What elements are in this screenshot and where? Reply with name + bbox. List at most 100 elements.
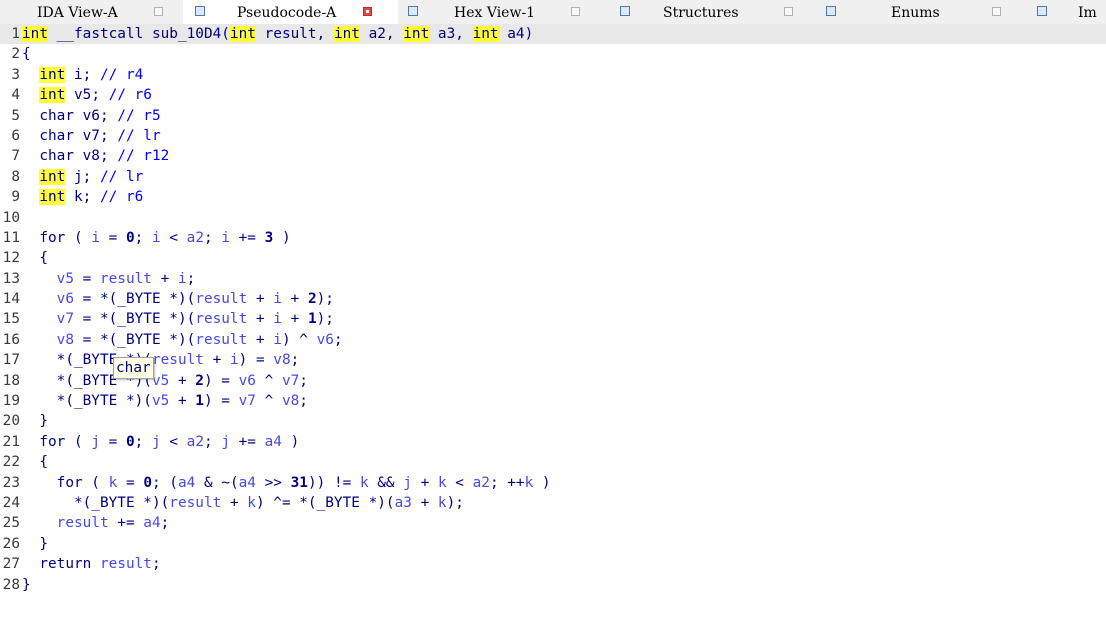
code-line[interactable]: 18 *(_BYTE *)(v5 + 2) = v6 ^ v7; bbox=[0, 371, 1106, 391]
code-token: // r5 bbox=[117, 107, 161, 124]
code-token: // r12 bbox=[117, 148, 170, 165]
tab-label: Hex View-1 bbox=[454, 5, 536, 21]
code-line[interactable]: 16 v8 = *(_BYTE *)(result + i) ^ v6; bbox=[0, 330, 1106, 350]
tab-close-red-icon[interactable] bbox=[363, 7, 372, 16]
imports-icon bbox=[1037, 6, 1047, 16]
code-text: int __fastcall sub_10D4(int result, int … bbox=[22, 24, 533, 44]
code-line[interactable]: 26 } bbox=[0, 534, 1106, 554]
code-line[interactable]: 15 v7 = *(_BYTE *)(result + i + 1); bbox=[0, 309, 1106, 329]
code-token: __fastcall sub_10D4( bbox=[48, 26, 230, 42]
code-token: { bbox=[22, 454, 48, 471]
code-token: ); bbox=[446, 494, 464, 511]
code-text: return result; bbox=[22, 554, 160, 574]
code-line[interactable]: 1 int __fastcall sub_10D4(int result, int… bbox=[0, 24, 1106, 45]
code-line[interactable]: 5 char v6; // r5 bbox=[0, 106, 1106, 126]
code-line[interactable]: 6 char v7; // lr bbox=[0, 126, 1106, 146]
code-token: i bbox=[273, 331, 282, 348]
code-token: int bbox=[472, 26, 499, 42]
pseudocode-view[interactable]: 1 int __fastcall sub_10D4(int result, int… bbox=[0, 24, 1106, 595]
code-token: 2 bbox=[307, 291, 317, 308]
code-line[interactable]: 11 for ( i = 0; i < a2; i += 3 ) bbox=[0, 228, 1106, 248]
code-text: v6 = *(_BYTE *)(result + i + 2); bbox=[22, 289, 334, 309]
tab-pseudocode-a[interactable]: Pseudocode-A bbox=[183, 0, 398, 24]
code-token: char v8; bbox=[22, 148, 118, 165]
code-line[interactable]: 28} bbox=[0, 575, 1106, 595]
code-token: ; bbox=[134, 433, 152, 450]
code-line[interactable]: 12 { bbox=[0, 248, 1106, 268]
tab-structures[interactable]: Structures bbox=[608, 0, 820, 24]
code-line[interactable]: 22 { bbox=[0, 452, 1106, 472]
code-token: += bbox=[229, 229, 265, 246]
code-line[interactable]: 3 int i; // r4 bbox=[0, 65, 1106, 85]
code-token: = bbox=[99, 229, 126, 246]
code-text: v5 = result + i; bbox=[22, 269, 196, 289]
code-token: ; bbox=[290, 352, 300, 369]
line-number: 13 bbox=[2, 270, 20, 287]
tab-enums[interactable]: Enums bbox=[820, 0, 1032, 24]
code-text: { bbox=[22, 248, 48, 268]
tab-hex-view-1[interactable]: Hex View-1 bbox=[398, 0, 608, 24]
code-text: char v7; // lr bbox=[22, 126, 160, 146]
code-line[interactable]: 17 *(_BYTE *)(result + i) = v8; bbox=[0, 350, 1106, 370]
code-token: for ( bbox=[22, 229, 92, 246]
code-token: j; bbox=[65, 168, 100, 185]
code-token: a4 bbox=[177, 474, 196, 491]
line-number: 7 bbox=[11, 148, 20, 165]
code-token: a4 bbox=[143, 515, 161, 532]
code-line[interactable]: 10 bbox=[0, 208, 1106, 228]
code-token: int bbox=[229, 26, 256, 42]
code-line[interactable]: 8 int j; // lr bbox=[0, 167, 1106, 187]
code-line[interactable]: 14 v6 = *(_BYTE *)(result + i + 2); bbox=[0, 289, 1106, 309]
code-token: >> bbox=[255, 474, 291, 491]
code-line[interactable]: 2{ bbox=[0, 44, 1106, 64]
code-token: return bbox=[22, 556, 100, 573]
code-line[interactable]: 4 int v5; // r6 bbox=[0, 85, 1106, 105]
code-token: for ( bbox=[22, 433, 92, 450]
code-token: a3, bbox=[429, 26, 473, 42]
code-token: result bbox=[99, 556, 152, 573]
code-token: k bbox=[524, 474, 534, 491]
code-line[interactable]: 21 for ( j = 0; j < a2; j += a4 ) bbox=[0, 432, 1106, 452]
tab-close-icon[interactable] bbox=[992, 7, 1001, 16]
code-token: + bbox=[411, 474, 438, 491]
tab-imports[interactable]: Im bbox=[1032, 0, 1106, 24]
line-number: 5 bbox=[11, 107, 20, 124]
code-token: result, bbox=[255, 26, 334, 42]
code-line[interactable]: 23 for ( k = 0; (a4 & ~(a4 >> 31)) != k … bbox=[0, 473, 1106, 493]
code-token: result bbox=[56, 515, 109, 532]
code-line[interactable]: 7 char v8; // r12 bbox=[0, 146, 1106, 166]
code-token: for ( bbox=[22, 474, 109, 491]
code-line[interactable]: 9 int k; // r6 bbox=[0, 187, 1106, 207]
code-line[interactable]: 25 result += a4; bbox=[0, 513, 1106, 533]
code-line[interactable]: 24 *(_BYTE *)(result + k) ^= *(_BYTE *)(… bbox=[0, 493, 1106, 513]
code-line[interactable]: 19 *(_BYTE *)(v5 + 1) = v7 ^ v8; bbox=[0, 391, 1106, 411]
code-token: char v7; bbox=[22, 127, 118, 144]
code-token: 0 bbox=[143, 474, 152, 491]
code-line[interactable]: 27 return result; bbox=[0, 554, 1106, 574]
tab-close-icon[interactable] bbox=[154, 7, 163, 16]
code-line[interactable]: 20 } bbox=[0, 411, 1106, 431]
type-tooltip: char bbox=[113, 357, 154, 379]
tab-close-icon[interactable] bbox=[571, 7, 580, 16]
code-token: j bbox=[151, 433, 161, 450]
code-token: += bbox=[108, 515, 144, 532]
code-line[interactable]: 13 v5 = result + i; bbox=[0, 269, 1106, 289]
line-number: 26 bbox=[2, 535, 20, 552]
tab-ida-view-a[interactable]: IDA View-A bbox=[0, 0, 183, 24]
pseudocode-icon bbox=[195, 6, 205, 16]
code-token: result bbox=[99, 270, 152, 287]
line-number: 4 bbox=[11, 87, 20, 104]
line-number: 11 bbox=[2, 229, 20, 246]
code-token: *(_BYTE *)( bbox=[22, 393, 152, 410]
line-number: 27 bbox=[2, 556, 20, 573]
code-text: int j; // lr bbox=[22, 167, 143, 187]
code-token: k bbox=[108, 474, 118, 491]
tab-close-icon[interactable] bbox=[784, 7, 793, 16]
line-number: 14 bbox=[2, 291, 20, 308]
code-token: // r6 bbox=[99, 189, 144, 206]
code-token: i bbox=[151, 229, 161, 246]
line-number: 2 bbox=[11, 46, 20, 63]
code-token: } bbox=[22, 576, 31, 593]
